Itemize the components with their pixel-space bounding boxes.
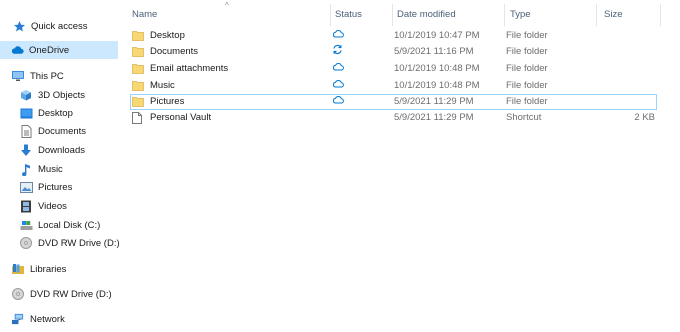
file-size — [608, 28, 655, 44]
sync-status-icon — [332, 44, 343, 61]
nav-desktop[interactable]: Desktop — [0, 104, 118, 122]
nav-label-documents: Documents — [38, 125, 87, 137]
file-date-modified: 5/9/2021 11:29 PM — [394, 96, 474, 107]
file-row[interactable]: Desktop 10/1/2019 10:47 PM File folder — [130, 28, 657, 44]
file-date-modified: 10/1/2019 10:47 PM — [394, 30, 480, 41]
file-row[interactable]: Personal Vault 5/9/2021 11:29 PM Shortcu… — [130, 110, 657, 126]
file-type: File folder — [506, 80, 548, 91]
folder-icon — [132, 46, 144, 58]
nav-quick-access[interactable]: Quick access — [0, 17, 118, 35]
column-divider[interactable] — [392, 4, 393, 26]
nav-label-libraries: Libraries — [30, 263, 67, 275]
file-name: Music — [150, 80, 175, 91]
column-header-date-modified[interactable]: Date modified — [397, 8, 502, 22]
nav-dvd-drive-pc[interactable]: DVD RW Drive (D:) — [0, 234, 120, 252]
nav-music[interactable]: Music — [0, 160, 118, 178]
file-size — [608, 78, 655, 94]
file-date-modified: 5/9/2021 11:16 PM — [394, 46, 474, 57]
file-name: Documents — [150, 46, 199, 57]
nav-label-dvd-drive: DVD RW Drive (D:) — [30, 288, 112, 300]
nav-label-onedrive: OneDrive — [29, 44, 70, 56]
file-row[interactable]: Documents 5/9/2021 11:16 PM File folder — [130, 44, 657, 60]
column-header-size[interactable]: Size — [604, 8, 659, 22]
column-divider[interactable] — [330, 4, 331, 26]
file-type: File folder — [506, 46, 548, 57]
file-row[interactable]: Music 10/1/2019 10:48 PM File folder — [130, 78, 657, 94]
cube-icon — [19, 88, 33, 102]
nav-3d-objects[interactable]: 3D Objects — [0, 86, 118, 104]
nav-this-pc[interactable]: This PC — [0, 67, 118, 85]
cloud-status-icon — [332, 28, 344, 44]
nav-onedrive[interactable]: OneDrive — [0, 41, 118, 59]
column-divider[interactable] — [596, 4, 597, 26]
music-note-icon — [19, 162, 33, 176]
nav-label-downloads: Downloads — [38, 144, 85, 156]
file-size: 2 KB — [634, 112, 655, 123]
nav-downloads[interactable]: Downloads — [0, 141, 118, 159]
nav-label-this-pc: This PC — [30, 70, 64, 82]
folder-icon — [132, 63, 144, 75]
cloud-status-icon — [332, 78, 344, 94]
column-divider[interactable] — [660, 4, 661, 26]
cloud-icon — [10, 43, 24, 57]
file-row[interactable]: Email attachments 10/1/2019 10:48 PM Fil… — [130, 61, 657, 77]
file-size — [608, 44, 655, 60]
nav-label-3d-objects: 3D Objects — [38, 89, 85, 101]
document-icon — [19, 124, 33, 138]
cloud-status-icon — [332, 94, 344, 110]
nav-libraries[interactable]: Libraries — [0, 260, 118, 278]
file-date-modified: 10/1/2019 10:48 PM — [394, 80, 480, 91]
file-date-modified: 10/1/2019 10:48 PM — [394, 63, 480, 74]
file-row[interactable]: Pictures 5/9/2021 11:29 PM File folder — [130, 94, 657, 110]
navigation-pane: Quick access OneDrive This PC 3D Objects… — [0, 0, 120, 332]
nav-label-music: Music — [38, 163, 63, 175]
folder-icon — [132, 30, 144, 42]
column-header-name[interactable]: Name — [132, 8, 322, 22]
nav-label-videos: Videos — [38, 200, 67, 212]
cloud-status-icon — [332, 61, 344, 77]
nav-label-desktop: Desktop — [38, 107, 73, 119]
drive-icon — [19, 218, 33, 232]
file-type: File folder — [506, 63, 548, 74]
file-name: Desktop — [150, 30, 185, 41]
file-size — [608, 61, 655, 77]
nav-local-disk[interactable]: Local Disk (C:) — [0, 216, 118, 234]
file-name: Email attachments — [150, 63, 229, 74]
library-icon — [11, 262, 25, 276]
nav-label-network: Network — [30, 313, 65, 325]
file-list-pane: ^ Name Status Date modified Type Size De… — [124, 0, 680, 332]
nav-pictures[interactable]: Pictures — [0, 178, 118, 196]
download-arrow-icon — [19, 143, 33, 157]
column-header-type[interactable]: Type — [510, 8, 596, 22]
shortcut-file-icon — [132, 112, 144, 124]
film-icon — [19, 199, 33, 213]
nav-dvd-drive[interactable]: DVD RW Drive (D:) — [0, 285, 118, 303]
network-icon — [11, 312, 25, 326]
column-header-status[interactable]: Status — [335, 8, 387, 22]
picture-icon — [19, 180, 33, 194]
star-icon — [12, 19, 26, 33]
disc-icon — [19, 236, 33, 250]
file-type: File folder — [506, 96, 548, 107]
file-size — [608, 94, 655, 110]
folder-icon — [132, 80, 144, 92]
nav-label-dvd-drive-pc: DVD RW Drive (D:) — [38, 237, 120, 249]
file-date-modified: 5/9/2021 11:29 PM — [394, 112, 474, 123]
nav-label-local-disk: Local Disk (C:) — [38, 219, 101, 231]
disc-icon — [11, 287, 25, 301]
file-type: File folder — [506, 30, 548, 41]
file-type: Shortcut — [506, 112, 542, 123]
nav-videos[interactable]: Videos — [0, 197, 118, 215]
nav-label-quick-access: Quick access — [31, 20, 88, 32]
file-name: Personal Vault — [150, 112, 212, 123]
column-divider[interactable] — [504, 4, 505, 26]
nav-documents[interactable]: Documents — [0, 122, 118, 140]
computer-icon — [11, 69, 25, 83]
file-name: Pictures — [150, 96, 185, 107]
nav-network[interactable]: Network — [0, 310, 118, 328]
nav-label-pictures: Pictures — [38, 181, 73, 193]
desktop-icon — [19, 106, 33, 120]
folder-icon — [132, 96, 144, 108]
